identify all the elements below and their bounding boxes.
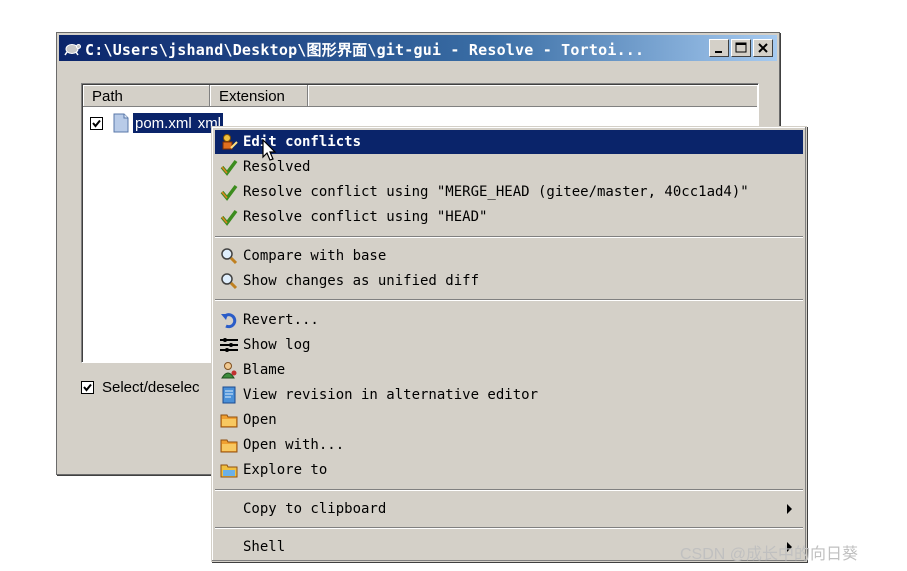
revert-icon: [221, 313, 237, 329]
window-title: C:\Users\jshand\Desktop\图形界面\git-gui - R…: [85, 41, 645, 59]
menu-item-view-alternative-editor[interactable]: View revision in alternative editor: [215, 383, 803, 407]
minimize-icon: [715, 51, 722, 53]
menu-separator: [215, 236, 803, 238]
column-header-path[interactable]: Path: [83, 85, 210, 107]
menu-item-open[interactable]: Open: [215, 408, 803, 432]
menu-item-resolved[interactable]: Resolved: [215, 155, 803, 179]
menu-item-open-with[interactable]: Open with...: [215, 433, 803, 457]
edit-conflicts-icon: [222, 134, 238, 150]
watermark: CSDN @成长中的向日葵: [680, 546, 859, 563]
select-all-control[interactable]: Select/deselec: [81, 379, 200, 396]
menu-item-explore-to[interactable]: Explore to: [215, 458, 803, 482]
menu-item-show-unified-diff[interactable]: Show changes as unified diff: [215, 269, 803, 293]
menu-item-show-log[interactable]: Show log: [215, 333, 803, 357]
list-header: Path Extension: [83, 85, 757, 107]
folder-icon: [220, 414, 238, 428]
menu-separator: [215, 489, 803, 491]
select-all-label: Select/deselec: [102, 379, 200, 396]
file-row-selection[interactable]: pom.xml xml: [133, 113, 224, 133]
maximize-icon: [735, 42, 747, 53]
list-item[interactable]: pom.xml xml: [90, 112, 224, 134]
explore-folder-icon: [220, 464, 238, 478]
file-checkbox[interactable]: [90, 116, 103, 130]
file-path: pom.xml: [135, 114, 192, 132]
column-header-extension[interactable]: Extension: [210, 85, 308, 107]
checkmark-icon: [83, 383, 92, 392]
folder-icon: [220, 439, 238, 453]
column-header-empty: [308, 85, 757, 107]
checkmark-icon: [92, 119, 101, 128]
title-bar[interactable]: C:\Users\jshand\Desktop\图形界面\git-gui - R…: [59, 35, 777, 61]
menu-item-edit-conflicts[interactable]: Edit conflicts: [215, 130, 803, 154]
close-button[interactable]: [753, 39, 773, 57]
menu-item-resolve-merge-head[interactable]: Resolve conflict using "MERGE_HEAD (gite…: [215, 180, 803, 204]
magnifier-icon: [221, 248, 238, 265]
mouse-cursor-icon: [262, 139, 277, 161]
document-icon: [222, 386, 236, 404]
menu-separator: [215, 527, 803, 529]
magnifier-icon: [221, 273, 238, 290]
menu-item-revert[interactable]: Revert...: [215, 308, 803, 332]
select-all-checkbox[interactable]: [81, 381, 94, 394]
submenu-arrow-icon: [787, 504, 792, 514]
tortoise-icon: [64, 44, 81, 56]
menu-item-copy-to-clipboard[interactable]: Copy to clipboard: [215, 497, 803, 521]
check-icon: [220, 209, 238, 226]
menu-separator: [215, 299, 803, 301]
close-icon: [758, 43, 768, 53]
maximize-button[interactable]: [731, 39, 751, 57]
check-icon: [220, 159, 238, 176]
blame-icon: [221, 362, 237, 379]
log-icon: [220, 338, 238, 352]
menu-item-blame[interactable]: Blame: [215, 358, 803, 382]
menu-item-compare-with-base[interactable]: Compare with base: [215, 244, 803, 268]
file-icon: [113, 113, 129, 133]
minimize-button[interactable]: [709, 39, 729, 57]
context-menu: Edit conflicts Resolved Resolve conflict…: [211, 126, 807, 562]
check-icon: [220, 184, 238, 201]
menu-item-resolve-head[interactable]: Resolve conflict using "HEAD": [215, 205, 803, 229]
